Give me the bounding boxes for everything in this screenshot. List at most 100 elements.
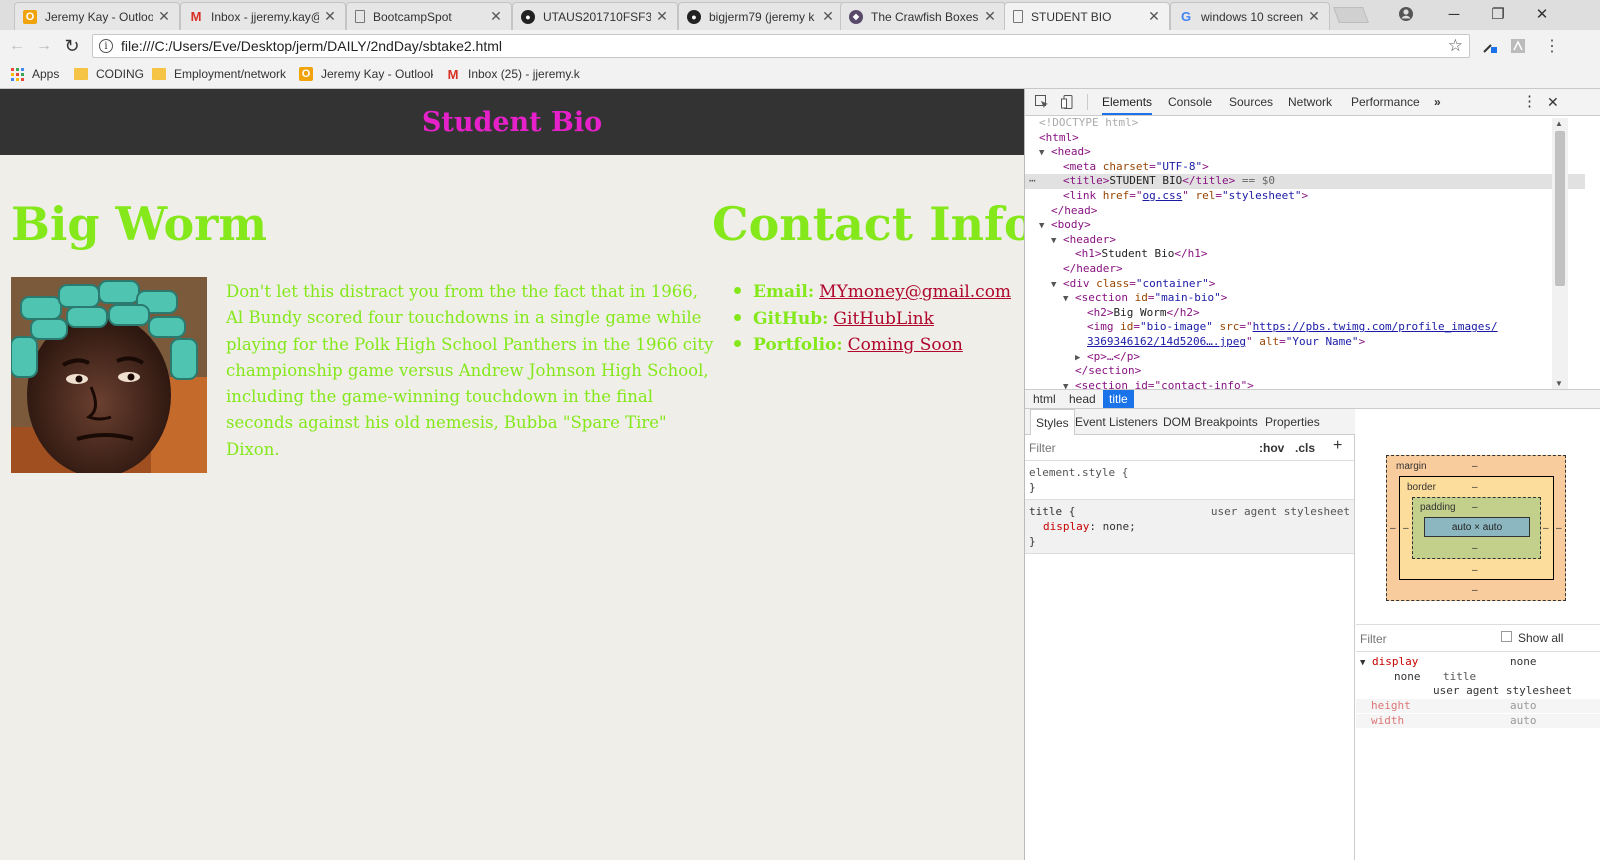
dom-node[interactable]: ▼ <head> <box>1025 145 1585 160</box>
dom-node[interactable]: </header> <box>1025 262 1585 277</box>
href-link[interactable]: og.css <box>1143 189 1183 202</box>
close-icon[interactable]: ✕ <box>821 8 835 25</box>
collapse-triangle-icon[interactable]: ▶ <box>1075 351 1087 366</box>
box-content[interactable]: auto × auto <box>1424 517 1530 537</box>
bookmark-apps[interactable]: Apps <box>10 67 59 81</box>
email-link[interactable]: MYmoney@gmail.com <box>819 279 1011 306</box>
close-icon[interactable]: ✕ <box>1147 8 1161 25</box>
pdf-extension-icon[interactable] <box>1510 38 1526 54</box>
restore-icon[interactable]: ❐ <box>1476 0 1520 28</box>
back-icon[interactable]: ← <box>7 36 27 56</box>
dom-node[interactable]: ▼ <section id="main-bio"> <box>1025 291 1585 306</box>
dom-node[interactable]: <link href="og.css" rel="stylesheet"> <box>1025 189 1585 204</box>
forward-icon[interactable]: → <box>34 36 54 56</box>
expand-triangle-icon[interactable]: ▼ <box>1051 278 1063 293</box>
expand-triangle-icon[interactable]: ▼ <box>1063 380 1075 389</box>
browser-tab[interactable]: G windows 10 screen c ✕ <box>1170 2 1330 30</box>
expand-triangle-icon[interactable]: ▼ <box>1039 146 1051 161</box>
menu-kebab-icon[interactable]: ⋮ <box>1542 36 1562 56</box>
computed-filter-input[interactable] <box>1360 631 1480 647</box>
dom-node[interactable]: <img id="bio-image" src="https://pbs.twi… <box>1025 320 1585 335</box>
bookmark-coding[interactable]: CODING <box>74 67 144 81</box>
dom-node-selected[interactable]: ⋯ <title>STUDENT BIO</title> == $0 <box>1025 174 1585 189</box>
tab-elements[interactable]: Elements <box>1102 89 1153 115</box>
tab-styles[interactable]: Styles <box>1030 409 1075 435</box>
tab-dom-breakpoints[interactable]: DOM Breakpoints <box>1163 409 1258 435</box>
new-tab-button[interactable] <box>1333 7 1369 23</box>
src-link[interactable]: https://pbs.twimg.com/profile_images/ <box>1253 320 1498 333</box>
browser-tab[interactable]: ● UTAUS201710FSF3- ✕ <box>512 2 678 30</box>
portfolio-link[interactable]: Coming Soon <box>848 332 963 359</box>
info-icon[interactable]: i <box>99 39 113 53</box>
close-icon[interactable]: ✕ <box>983 8 997 25</box>
scroll-up-icon[interactable]: ▲ <box>1555 119 1563 128</box>
dom-node-continuation[interactable]: 3369346162/14d5206….jpeg" alt="Your Name… <box>1025 335 1585 350</box>
bookmark-outlook[interactable]: O Jeremy Kay - Outlook <box>299 67 433 81</box>
src-link[interactable]: 3369346162/14d5206….jpeg <box>1087 335 1246 348</box>
bookmark-gmail[interactable]: M Inbox (25) - jjeremy.k <box>446 67 580 81</box>
browser-tab[interactable]: BootcampSpot ✕ <box>346 2 512 30</box>
eyedropper-extension-icon[interactable] <box>1482 38 1498 54</box>
bookmark-employment[interactable]: Employment/network <box>152 67 288 81</box>
close-devtools-icon[interactable]: ✕ <box>1547 89 1559 115</box>
dom-node[interactable]: <h1>Student Bio</h1> <box>1025 247 1585 262</box>
tab-console[interactable]: Console <box>1168 89 1212 115</box>
dom-scrollbar[interactable]: ▲ ▼ <box>1552 118 1568 389</box>
expand-triangle-icon[interactable]: ▼ <box>1360 658 1365 668</box>
address-bar[interactable]: i file:///C:/Users/Eve/Desktop/jerm/DAIL… <box>92 34 1470 58</box>
tab-sources[interactable]: Sources <box>1229 89 1273 115</box>
tab-performance[interactable]: Performance <box>1351 89 1420 115</box>
github-link[interactable]: GitHubLink <box>833 306 933 333</box>
computed-sub-source[interactable]: user agent stylesheet <box>1433 684 1572 697</box>
tab-properties[interactable]: Properties <box>1265 409 1320 435</box>
add-rule-icon[interactable]: + <box>1333 437 1342 455</box>
reload-icon[interactable]: ↻ <box>62 36 82 56</box>
expand-triangle-icon[interactable]: ▼ <box>1063 292 1075 307</box>
scrollbar-thumb[interactable] <box>1555 131 1565 286</box>
tab-event-listeners[interactable]: Event Listeners <box>1075 409 1158 435</box>
dom-node[interactable]: ▼ <section id="contact-info"> <box>1025 379 1585 389</box>
dom-node[interactable]: </section> <box>1025 364 1585 379</box>
browser-tab[interactable]: O Jeremy Kay - Outloo ✕ <box>14 2 180 30</box>
expand-triangle-icon[interactable]: ▼ <box>1039 219 1051 234</box>
crumb-title[interactable]: title <box>1103 390 1134 408</box>
dom-node[interactable]: <meta charset="UTF-8"> <box>1025 160 1585 175</box>
close-icon[interactable]: ✕ <box>323 8 337 25</box>
close-icon[interactable]: ✕ <box>489 8 503 25</box>
devtools-menu-icon[interactable]: ⋮ <box>1522 89 1537 115</box>
browser-tab[interactable]: M Inbox - jjeremy.kay@ ✕ <box>180 2 346 30</box>
close-icon[interactable]: ✕ <box>157 8 171 25</box>
crumb-head[interactable]: head <box>1063 390 1102 408</box>
tab-network[interactable]: Network <box>1288 89 1332 115</box>
dom-node[interactable]: ▼ <header> <box>1025 233 1585 248</box>
dom-node[interactable]: ▼ <div class="container"> <box>1025 277 1585 292</box>
device-toolbar-icon[interactable] <box>1061 95 1075 109</box>
expand-triangle-icon[interactable]: ▼ <box>1051 234 1063 249</box>
show-all-checkbox[interactable] <box>1501 631 1512 642</box>
close-window-icon[interactable]: ✕ <box>1520 0 1564 28</box>
dom-node[interactable]: <h2>Big Worm</h2> <box>1025 306 1585 321</box>
computed-row-display[interactable]: ▼ display <box>1360 655 1418 668</box>
minimize-icon[interactable]: ─ <box>1432 0 1476 28</box>
close-icon[interactable]: ✕ <box>655 8 669 25</box>
ua-style-rule[interactable]: title { user agent stylesheet display: n… <box>1025 500 1354 554</box>
dom-node[interactable]: ▼ <body> <box>1025 218 1585 233</box>
inspect-element-icon[interactable] <box>1035 95 1049 109</box>
scroll-down-icon[interactable]: ▼ <box>1555 379 1563 388</box>
dom-node[interactable]: ▶ <p>…</p> <box>1025 350 1585 365</box>
browser-tab[interactable]: ◆ The Crawfish Boxes, ✕ <box>840 2 1006 30</box>
cls-toggle[interactable]: .cls <box>1295 441 1315 455</box>
ellipsis-icon[interactable]: ⋯ <box>1029 174 1036 189</box>
browser-tab-active[interactable]: STUDENT BIO ✕ <box>1004 2 1170 30</box>
browser-tab[interactable]: ● bigjerm79 (jeremy k ✕ <box>678 2 844 30</box>
profile-icon[interactable] <box>1384 0 1428 28</box>
close-icon[interactable]: ✕ <box>1307 8 1321 25</box>
styles-filter-input[interactable] <box>1029 439 1229 457</box>
dom-node[interactable]: <html> <box>1025 131 1585 146</box>
bookmark-star-icon[interactable]: ☆ <box>1448 36 1463 56</box>
dom-node[interactable]: <!DOCTYPE html> <box>1025 116 1585 131</box>
crumb-html[interactable]: html <box>1027 390 1062 408</box>
dom-node[interactable]: </head> <box>1025 204 1585 219</box>
element-style-rule[interactable]: element.style { } <box>1025 461 1354 500</box>
more-tabs-icon[interactable]: » <box>1434 89 1441 115</box>
